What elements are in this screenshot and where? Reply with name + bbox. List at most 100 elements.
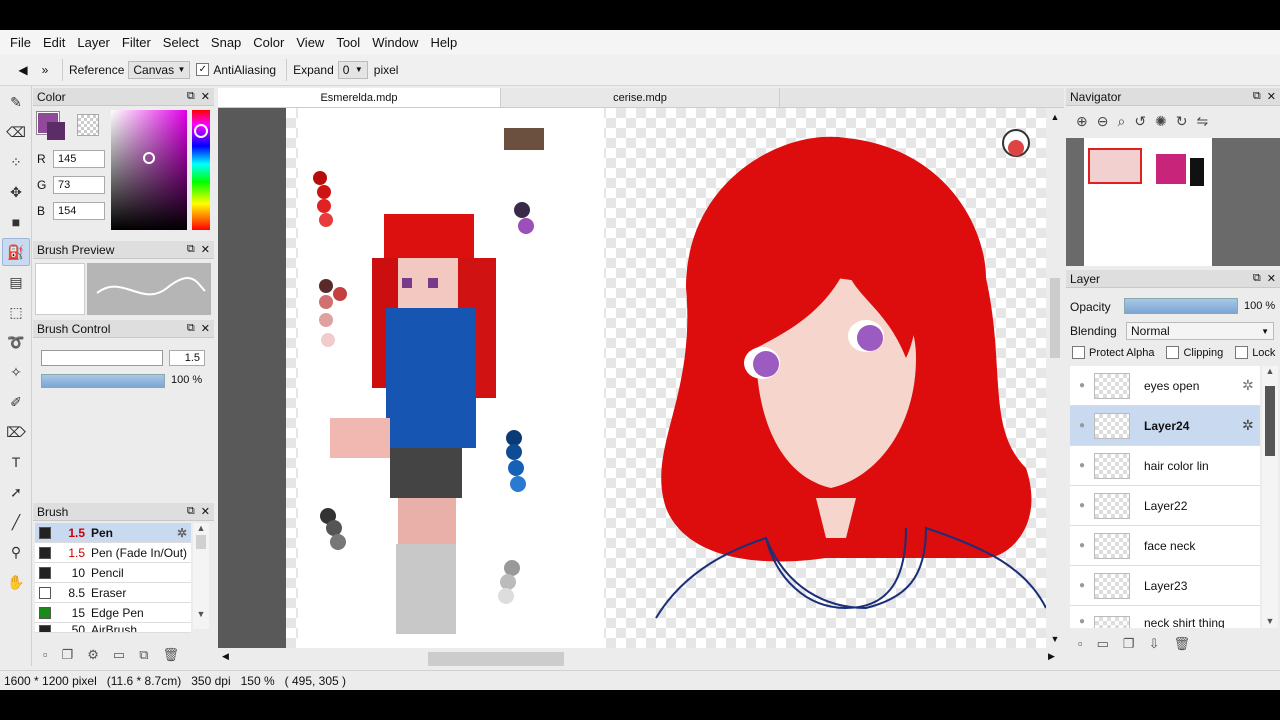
hand-tool-icon[interactable]: ✋	[2, 568, 30, 596]
clipping-checkbox[interactable]	[1166, 346, 1180, 359]
red-field[interactable]: 145	[53, 150, 105, 168]
select-pen-icon[interactable]: ✐	[2, 388, 30, 416]
gear-icon[interactable]: ✲	[1242, 377, 1260, 394]
brush-item[interactable]: 1.5 Pen (Fade In/Out)	[35, 543, 191, 563]
layer-row[interactable]: ● face neck	[1070, 526, 1260, 566]
brush-item[interactable]: 1.5 Pen ✲	[35, 523, 191, 543]
tab-cerise[interactable]: cerise.mdp	[500, 88, 780, 107]
brush-item[interactable]: 50 AirBrush	[35, 623, 191, 633]
visibility-icon[interactable]: ●	[1070, 460, 1094, 471]
collapse-left-icon[interactable]: ◀	[12, 63, 34, 77]
document-view[interactable]	[218, 108, 1046, 648]
float-icon[interactable]: ⧉	[187, 505, 195, 518]
brush-size-slider[interactable]	[41, 350, 163, 366]
float-icon[interactable]: ⧉	[1253, 90, 1261, 103]
menu-snap[interactable]: Snap	[205, 35, 247, 50]
green-field[interactable]: 73	[53, 176, 105, 194]
layer-list-scrollbar[interactable]: ▲ ▼	[1262, 366, 1278, 628]
transparent-swatch[interactable]	[77, 114, 99, 136]
lock-checkbox[interactable]	[1235, 346, 1249, 359]
magic-wand-icon[interactable]: ✧	[2, 358, 30, 386]
visibility-icon[interactable]: ●	[1070, 500, 1094, 511]
hue-slider[interactable]	[192, 110, 210, 230]
close-icon[interactable]: ✕	[201, 322, 210, 335]
eyedropper-icon[interactable]: ⚲	[2, 538, 30, 566]
close-icon[interactable]: ✕	[201, 243, 210, 256]
layer-row[interactable]: ● hair color lin	[1070, 446, 1260, 486]
menu-edit[interactable]: Edit	[37, 35, 71, 50]
scroll-thumb[interactable]	[1265, 386, 1275, 456]
visibility-icon[interactable]: ●	[1070, 540, 1094, 551]
brush-opacity-slider[interactable]	[41, 374, 165, 388]
operation-tool-icon[interactable]: ➚	[2, 478, 30, 506]
canvas-horizontal-scrollbar[interactable]: ◀ ▶	[218, 648, 1064, 668]
brush-item[interactable]: 8.5 Eraser	[35, 583, 191, 603]
menu-help[interactable]: Help	[424, 35, 463, 50]
expand-select[interactable]: 0 ▼	[337, 60, 368, 79]
pen-tool-icon[interactable]: ✎	[2, 88, 30, 116]
close-icon[interactable]: ✕	[201, 90, 210, 103]
rectangle-tool-icon[interactable]: ■	[2, 208, 30, 236]
duplicate-layer-icon[interactable]: ❐	[1123, 636, 1135, 652]
lasso-icon[interactable]: ➰	[2, 328, 30, 356]
zoom-out-icon[interactable]: ⊖	[1097, 113, 1109, 130]
gear-icon[interactable]: ✲	[1242, 417, 1260, 434]
zoom-in-icon[interactable]: ⊕	[1076, 113, 1088, 130]
rotate-reset-icon[interactable]: ✺	[1155, 113, 1167, 130]
scroll-down-icon[interactable]: ▼	[1262, 616, 1278, 626]
gradient-tool-icon[interactable]: ▤	[2, 268, 30, 296]
scroll-up-icon[interactable]: ▲	[193, 523, 209, 533]
close-icon[interactable]: ✕	[1267, 272, 1276, 285]
brush-settings-icon[interactable]: ⚙	[87, 647, 99, 663]
select-eraser-icon[interactable]: ⌦	[2, 418, 30, 446]
scroll-down-icon[interactable]: ▼	[1046, 634, 1064, 644]
menu-layer[interactable]: Layer	[71, 35, 116, 50]
close-icon[interactable]: ✕	[1267, 90, 1276, 103]
flip-icon[interactable]: ⇋	[1197, 113, 1209, 130]
brush-size-field[interactable]: 1.5	[169, 350, 205, 366]
eraser-tool-icon[interactable]: ⌫	[2, 118, 30, 146]
divide-tool-icon[interactable]: ╱	[2, 508, 30, 536]
layer-opacity-slider[interactable]	[1124, 298, 1238, 314]
new-brush-icon[interactable]: ▫	[43, 647, 48, 663]
select-rect-icon[interactable]: ⬚	[2, 298, 30, 326]
rotate-left-icon[interactable]: ↺	[1134, 113, 1146, 130]
text-tool-icon[interactable]: T	[2, 448, 30, 476]
gear-icon[interactable]: ✲	[177, 526, 187, 540]
trash-icon[interactable]: 🗑	[163, 647, 180, 663]
blue-field[interactable]: 154	[53, 202, 105, 220]
bucket-tool-icon[interactable]: ⛽	[2, 238, 30, 266]
menu-window[interactable]: Window	[366, 35, 424, 50]
scroll-thumb[interactable]	[428, 652, 564, 666]
zoom-fit-icon[interactable]: ⌕	[1117, 113, 1125, 130]
navigator-viewport[interactable]	[1088, 148, 1142, 184]
dot-pen-tool-icon[interactable]: ⁘	[2, 148, 30, 176]
duplicate-icon[interactable]: ⧉	[139, 647, 148, 663]
layer-row[interactable]: ● neck shirt thing	[1070, 606, 1260, 628]
menu-view[interactable]: View	[290, 35, 330, 50]
menu-select[interactable]: Select	[157, 35, 205, 50]
layer-row[interactable]: ● Layer24 ✲	[1070, 406, 1260, 446]
float-icon[interactable]: ⧉	[187, 322, 195, 335]
visibility-icon[interactable]: ●	[1070, 420, 1094, 431]
menu-filter[interactable]: Filter	[116, 35, 157, 50]
merge-down-icon[interactable]: ⇩	[1149, 636, 1160, 652]
menu-tool[interactable]: Tool	[330, 35, 366, 50]
close-icon[interactable]: ✕	[201, 505, 210, 518]
layer-row[interactable]: ● eyes open ✲	[1070, 366, 1260, 406]
rotate-right-icon[interactable]: ↻	[1176, 113, 1188, 130]
menu-color[interactable]: Color	[247, 35, 290, 50]
scroll-up-icon[interactable]: ▲	[1262, 366, 1278, 376]
antialias-checkbox[interactable]: ✓	[196, 63, 210, 76]
scroll-thumb[interactable]	[1050, 278, 1060, 358]
menu-file[interactable]: File	[4, 35, 37, 50]
scroll-down-icon[interactable]: ▼	[193, 609, 209, 619]
canvas-paper[interactable]	[286, 108, 1046, 648]
copy-brush-icon[interactable]: ❐	[62, 647, 74, 663]
canvas-vertical-scrollbar[interactable]: ▲ ▼	[1046, 108, 1064, 648]
visibility-icon[interactable]: ●	[1070, 580, 1094, 591]
scroll-left-icon[interactable]: ◀	[222, 651, 229, 662]
new-folder-icon[interactable]: ▭	[1097, 636, 1109, 652]
saturation-value-picker[interactable]	[111, 110, 187, 230]
float-icon[interactable]: ⧉	[187, 90, 195, 103]
